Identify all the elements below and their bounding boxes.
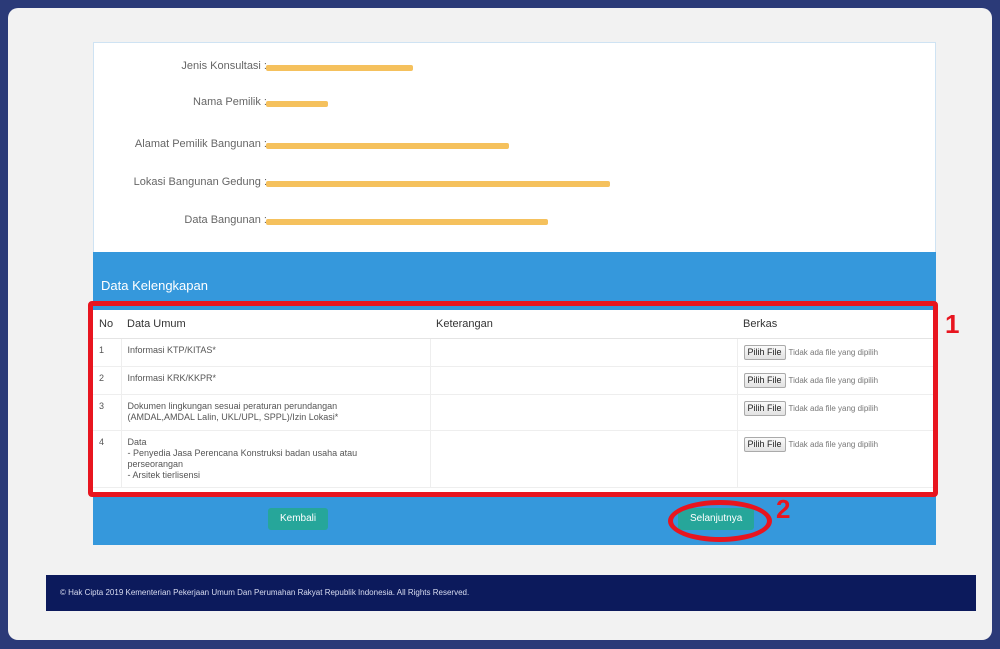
info-label: Alamat Pemilik Bangunan :	[134, 138, 267, 150]
annotation-highlight-box	[88, 301, 938, 497]
info-label: Nama Pemilik :	[193, 96, 267, 108]
info-label: Jenis Konsultasi :	[181, 60, 267, 72]
annotation-number-2: 2	[776, 494, 791, 524]
redacted-value	[266, 65, 413, 71]
info-label: Data Bangunan :	[184, 214, 267, 226]
footer: © Hak Cipta 2019 Kementerian Pekerjaan U…	[46, 575, 976, 611]
info-row-lokasi-bangunan: Lokasi Bangunan Gedung :	[94, 173, 935, 193]
consultation-info-panel: Jenis Konsultasi : Nama Pemilik : Alamat…	[93, 42, 936, 252]
section-title: Data Kelengkapan	[101, 278, 208, 293]
redacted-value	[266, 181, 610, 187]
redacted-value	[266, 101, 328, 107]
info-label: Lokasi Bangunan Gedung :	[133, 176, 267, 188]
info-row-nama-pemilik: Nama Pemilik :	[94, 93, 935, 113]
info-row-data-bangunan: Data Bangunan :	[94, 211, 935, 231]
annotation-highlight-ellipse	[668, 500, 772, 542]
info-row-jenis-konsultasi: Jenis Konsultasi :	[94, 57, 935, 77]
annotation-number-1: 1	[945, 309, 960, 339]
redacted-value	[266, 219, 548, 225]
redacted-value	[266, 143, 509, 149]
info-row-alamat-pemilik: Alamat Pemilik Bangunan :	[94, 135, 935, 155]
back-button[interactable]: Kembali	[268, 508, 329, 530]
copyright-text: © Hak Cipta 2019 Kementerian Pekerjaan U…	[60, 588, 470, 597]
